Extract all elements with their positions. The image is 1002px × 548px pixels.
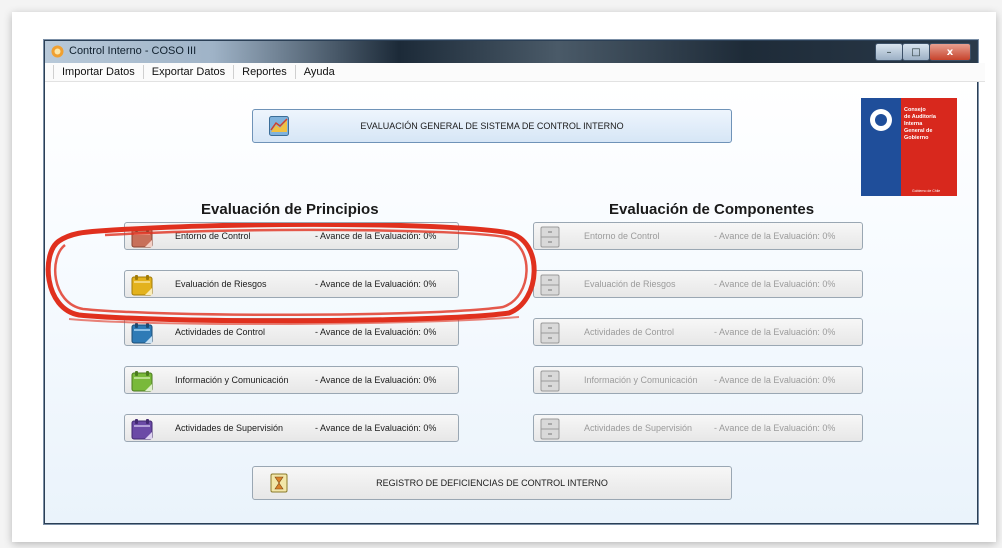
title-bar[interactable]: Control Interno - COSO III – □ x <box>45 41 977 63</box>
calendar-icon <box>131 371 153 392</box>
window-title: Control Interno - COSO III <box>69 45 197 57</box>
evaluacion-general-button[interactable]: EVALUACIÓN GENERAL DE SISTEMA DE CONTROL… <box>252 109 732 143</box>
componente-name: Actividades de Supervisión <box>584 423 693 433</box>
minimize-button[interactable]: – <box>875 43 903 61</box>
principio-name: Actividades de Control <box>175 327 266 337</box>
file-cabinet-icon <box>540 418 560 440</box>
componente-name: Información y Comunicación <box>584 375 698 385</box>
calendar-icon <box>131 275 153 296</box>
componente-progress: - Avance de la Evaluación: 0% <box>714 423 836 433</box>
principio-progress: - Avance de la Evaluación: 0% <box>315 375 437 385</box>
menu-exportar-datos[interactable]: Exportar Datos <box>142 65 233 79</box>
logo-line-2: de Auditoría <box>904 114 937 120</box>
app-window: Control Interno - COSO III – □ x Importa… <box>44 40 985 524</box>
menu-reportes[interactable]: Reportes <box>233 65 295 79</box>
registro-deficiencias-label: REGISTRO DE DEFICIENCIAS DE CONTROL INTE… <box>376 478 608 488</box>
logo-line-1: Consejo <box>904 107 926 113</box>
principio-progress: - Avance de la Evaluación: 0% <box>315 231 437 241</box>
componente-name: Actividades de Control <box>584 327 675 337</box>
logo-line-4: General de <box>904 128 932 134</box>
registro-deficiencias-button[interactable]: REGISTRO DE DEFICIENCIAS DE CONTROL INTE… <box>252 466 732 500</box>
principio-button-riesgos[interactable]: Evaluación de Riesgos - Avance de la Eva… <box>124 270 459 298</box>
window-controls: – □ x <box>875 43 971 61</box>
principio-button-actividades-control[interactable]: Actividades de Control - Avance de la Ev… <box>124 318 459 346</box>
logo-footer: Gobierno de Chile <box>912 189 940 193</box>
principio-name: Información y Comunicación <box>175 375 289 385</box>
componente-progress: - Avance de la Evaluación: 0% <box>714 375 836 385</box>
componente-button-supervision[interactable]: Actividades de Supervisión - Avance de l… <box>533 414 863 442</box>
componente-progress: - Avance de la Evaluación: 0% <box>714 231 836 241</box>
logo-line-3: Interna <box>904 121 923 127</box>
principio-button-entorno[interactable]: Entorno de Control - Avance de la Evalua… <box>124 222 459 250</box>
calendar-icon <box>131 227 153 248</box>
file-cabinet-icon <box>540 226 560 248</box>
calendar-icon <box>131 419 153 440</box>
main-panel: EVALUACIÓN GENERAL DE SISTEMA DE CONTROL… <box>45 82 977 523</box>
principio-name: Evaluación de Riesgos <box>175 279 267 289</box>
calendar-icon <box>131 323 153 344</box>
cagig-logo: Consejo de Auditoría Interna General de … <box>861 98 957 196</box>
principio-name: Actividades de Supervisión <box>175 423 284 433</box>
principio-progress: - Avance de la Evaluación: 0% <box>315 327 437 337</box>
app-icon <box>51 45 64 58</box>
file-cabinet-icon <box>540 274 560 296</box>
principio-name: Entorno de Control <box>175 231 251 241</box>
evaluacion-general-label: EVALUACIÓN GENERAL DE SISTEMA DE CONTROL… <box>360 121 624 131</box>
principios-title: Evaluación de Principios <box>201 201 379 218</box>
menu-importar-datos[interactable]: Importar Datos <box>53 65 143 79</box>
componente-button-actividades-control[interactable]: Actividades de Control - Avance de la Ev… <box>533 318 863 346</box>
componente-button-riesgos[interactable]: Evaluación de Riesgos - Avance de la Eva… <box>533 270 863 298</box>
principio-button-supervision[interactable]: Actividades de Supervisión - Avance de l… <box>124 414 459 442</box>
componente-button-entorno[interactable]: Entorno de Control - Avance de la Evalua… <box>533 222 863 250</box>
principio-progress: - Avance de la Evaluación: 0% <box>315 279 437 289</box>
close-button[interactable]: x <box>929 43 971 61</box>
maximize-button[interactable]: □ <box>902 43 930 61</box>
componentes-title: Evaluación de Componentes <box>609 201 815 218</box>
menu-ayuda[interactable]: Ayuda <box>294 65 343 79</box>
componente-progress: - Avance de la Evaluación: 0% <box>714 327 836 337</box>
file-cabinet-icon <box>540 322 560 344</box>
componente-name: Entorno de Control <box>584 231 660 241</box>
file-cabinet-icon <box>540 370 560 392</box>
menu-bar: Importar Datos Exportar Datos Reportes A… <box>45 63 985 82</box>
principio-progress: - Avance de la Evaluación: 0% <box>315 423 437 433</box>
componente-name: Evaluación de Riesgos <box>584 279 676 289</box>
componente-progress: - Avance de la Evaluación: 0% <box>714 279 836 289</box>
logo-line-5: Gobierno <box>904 135 929 141</box>
principio-button-informacion[interactable]: Información y Comunicación - Avance de l… <box>124 366 459 394</box>
componente-button-informacion[interactable]: Información y Comunicación - Avance de l… <box>533 366 863 394</box>
